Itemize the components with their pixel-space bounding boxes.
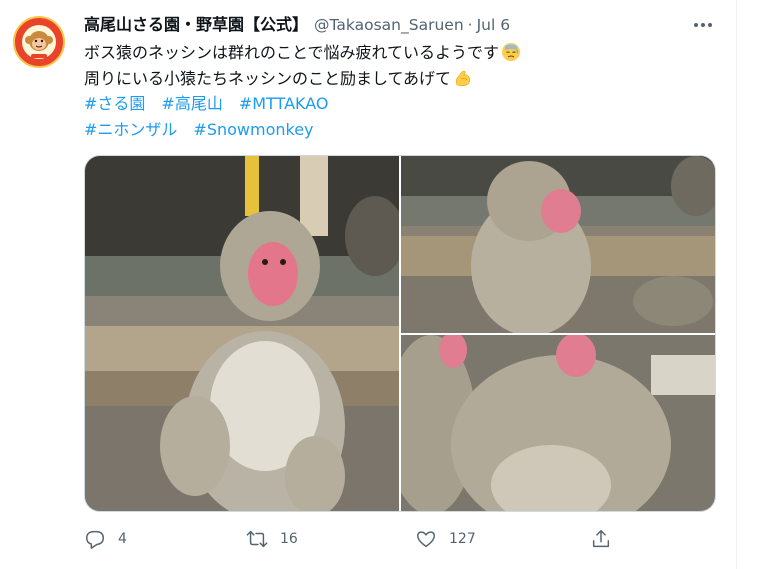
tweet-header: 高尾山さる園・野草園【公式】 @Takaosan_Saruen · Jul 6: [84, 13, 510, 37]
like-button[interactable]: 127: [415, 527, 476, 551]
retweet-count: 16: [280, 531, 298, 547]
more-options-button[interactable]: [690, 14, 716, 36]
hashtags-row-1: #さる園 #高尾山 #MTTAKAO: [84, 92, 345, 116]
tweet-text-line-1: ボス猿のネッシンは群れのことで悩み疲れているようです: [84, 41, 521, 65]
reply-button[interactable]: 4: [84, 527, 127, 551]
heart-icon: [417, 531, 435, 548]
monkey-photo-3[interactable]: [401, 335, 715, 511]
hashtag-link[interactable]: #高尾山: [161, 94, 222, 113]
tweet[interactable]: 高尾山さる園・野草園【公式】 @Takaosan_Saruen · Jul 6 ボス猿…: [0, 0, 780, 569]
user-handle[interactable]: @Takaosan_Saruen: [314, 16, 464, 34]
reply-count: 4: [118, 531, 127, 547]
more-dot-icon: [708, 23, 712, 27]
avatar[interactable]: [13, 16, 65, 68]
flexed-biceps-icon: [455, 70, 471, 87]
tweet-text: 周りにいる小猿たちネッシンのこと励ましてあげて: [84, 69, 452, 88]
media-grid: [84, 155, 716, 512]
share-button[interactable]: [590, 527, 612, 551]
monkey-photo-image: [401, 156, 715, 333]
more-dot-icon: [701, 23, 705, 27]
hashtag-link[interactable]: #MTTAKAO: [239, 94, 329, 113]
tweet-text-line-2: 周りにいる小猿たちネッシンのこと励ましてあげて: [84, 67, 473, 91]
monkey-photo-image: [401, 335, 715, 511]
hashtags-row-2: #ニホンザル #Snowmonkey: [84, 118, 330, 142]
more-dot-icon: [694, 23, 698, 27]
display-name[interactable]: 高尾山さる園・野草園【公式】: [84, 15, 308, 34]
separator: ·: [467, 16, 473, 34]
share-icon: [592, 530, 610, 548]
monkey-logo-icon: [17, 20, 61, 64]
timeline-divider: [736, 0, 737, 569]
hashtag-link[interactable]: #ニホンザル: [84, 120, 177, 139]
like-count: 127: [449, 531, 476, 547]
downcast-sweat-face-icon: [502, 43, 521, 61]
tweet-date[interactable]: Jul 6: [477, 16, 511, 34]
reply-icon: [86, 530, 104, 549]
tweet-text: ボス猿のネッシンは群れのことで悩み疲れているようです: [84, 43, 500, 62]
retweet-button[interactable]: 16: [246, 527, 298, 551]
monkey-photo-2[interactable]: [401, 156, 715, 333]
monkey-photo-image: [85, 156, 399, 511]
tweet-actions: 4 16 127: [84, 527, 644, 551]
retweet-icon: [246, 530, 268, 548]
hashtag-link[interactable]: #さる園: [84, 94, 145, 113]
monkey-photo-1[interactable]: [85, 156, 399, 511]
hashtag-link[interactable]: #Snowmonkey: [193, 120, 313, 139]
